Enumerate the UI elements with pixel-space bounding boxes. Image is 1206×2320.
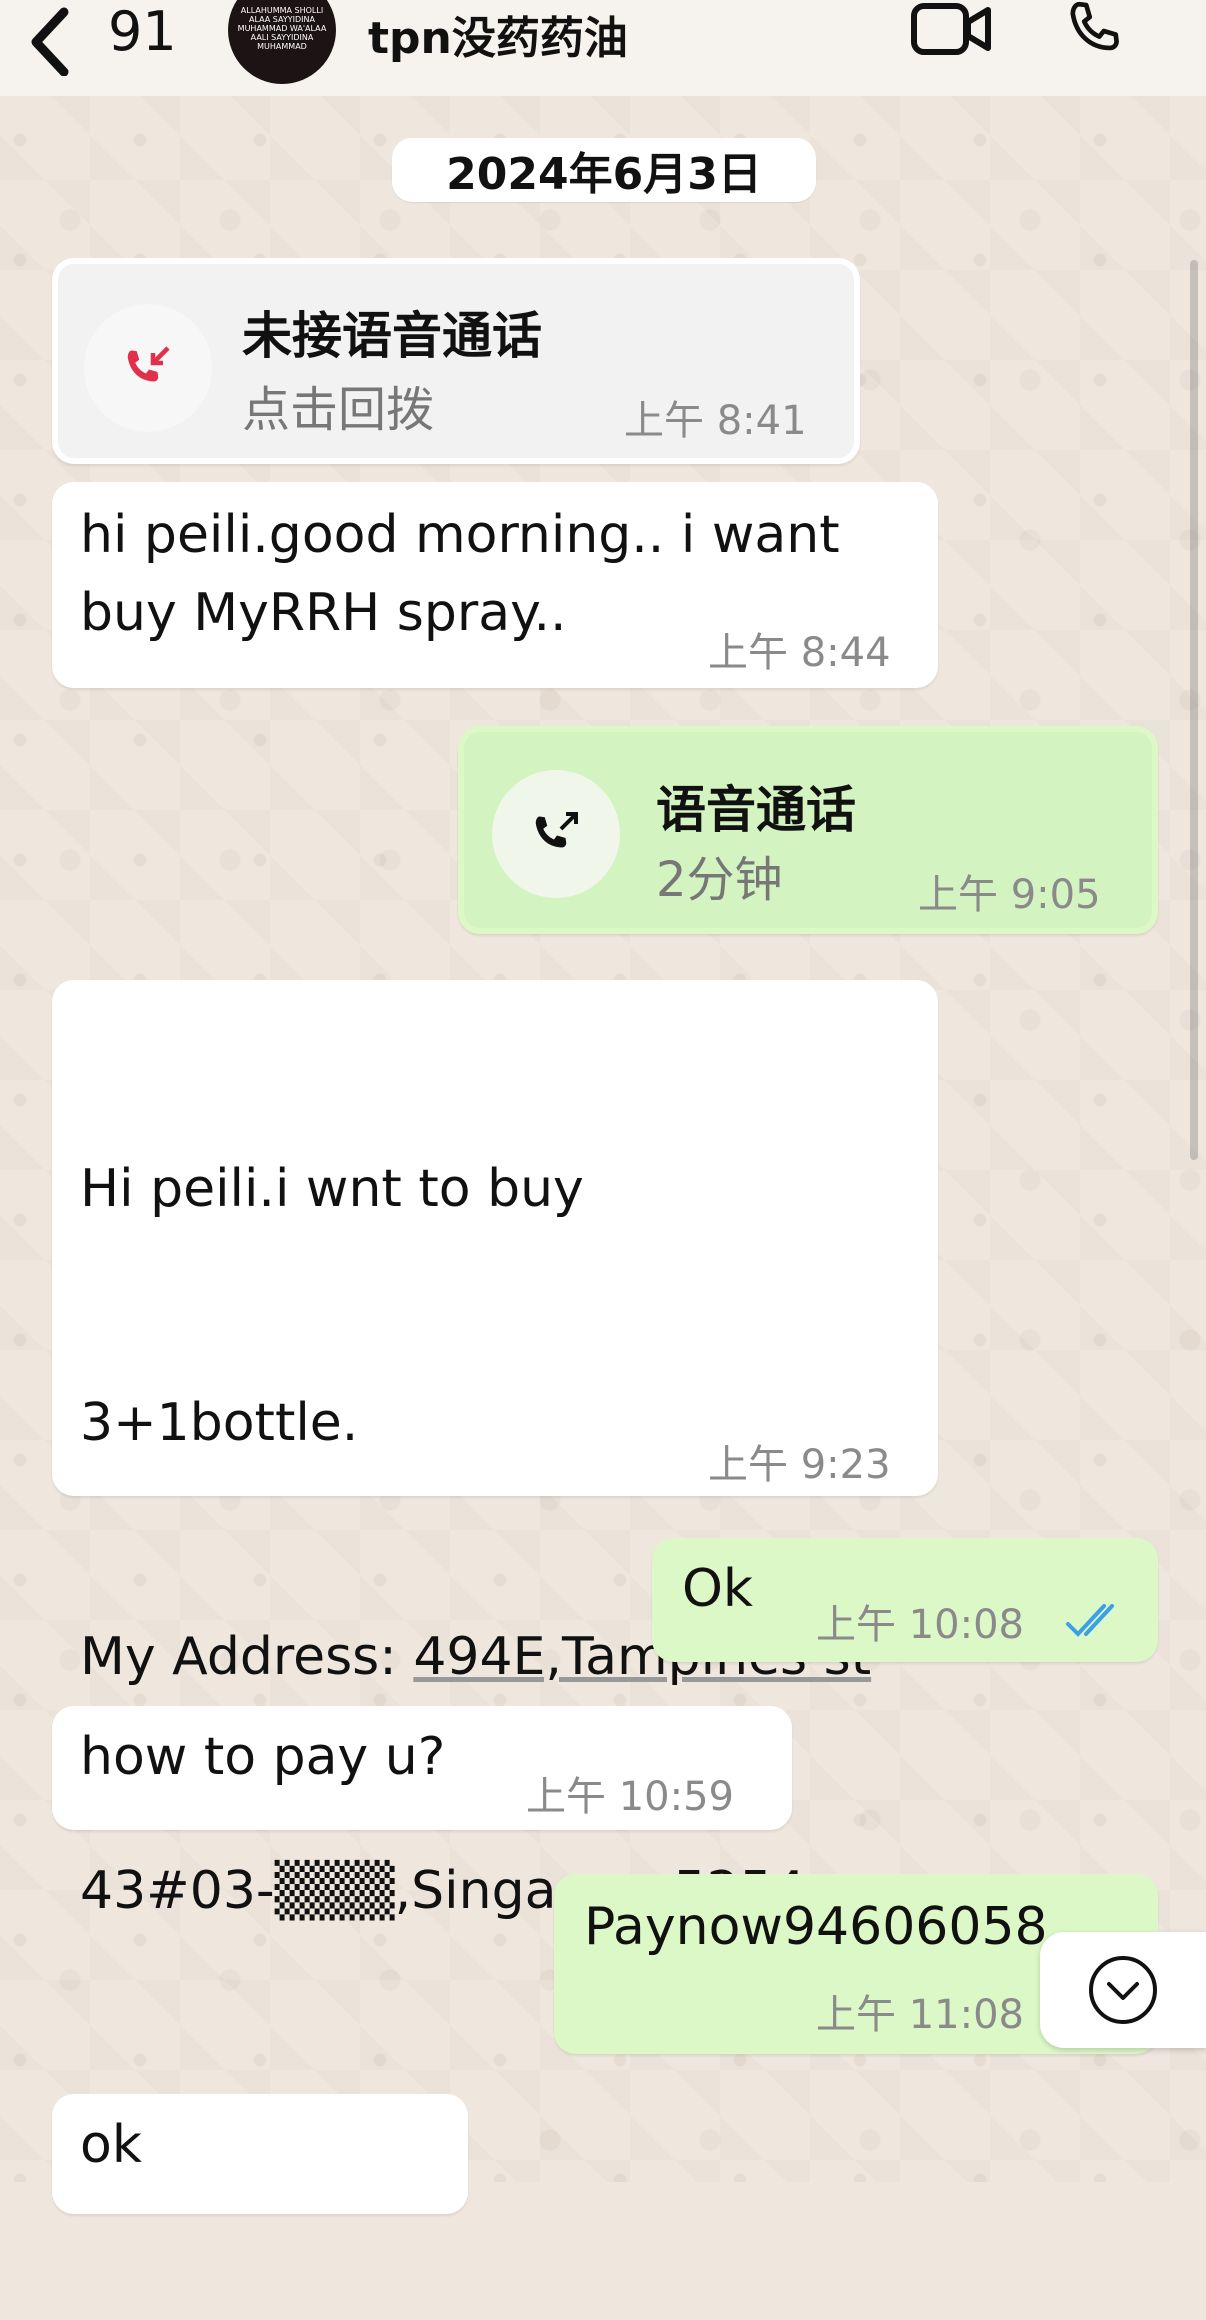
- message-text: Paynow94606058: [584, 1897, 1048, 1957]
- incoming-message[interactable]: hi peili.good morning.. i want buy MyRRH…: [52, 482, 938, 688]
- message-time: 上午 11:08: [816, 1992, 1024, 2038]
- incoming-message[interactable]: ok: [52, 2094, 468, 2214]
- back-chevron-icon: [31, 7, 69, 77]
- unread-count[interactable]: 91: [108, 0, 177, 63]
- scroll-down-icon: [1089, 1956, 1157, 2024]
- double-check-icon: [1066, 1604, 1114, 1637]
- scroll-to-bottom-button[interactable]: [1040, 1932, 1206, 2048]
- video-call-icon: [911, 3, 991, 55]
- outgoing-call-message[interactable]: 语音通话 2分钟 上午 9:05: [458, 726, 1158, 934]
- incoming-message[interactable]: Hi peili.i wnt to buy 3+1bottle. My Addr…: [52, 980, 938, 2155]
- message-line: Hi peili.i wnt to buy: [80, 1159, 584, 1219]
- message-time: 上午 9:23: [708, 1442, 891, 1488]
- message-time: 上午 10:08: [816, 1602, 1024, 1648]
- avatar[interactable]: ALLAHUMMA SHOLLI ALAA SAYYIDINA MUHAMMAD…: [228, 0, 336, 84]
- outgoing-message[interactable]: Ok 上午 10:08: [652, 1538, 1158, 1662]
- back-button[interactable]: [22, 6, 82, 77]
- address-prefix: My Address:: [80, 1627, 414, 1687]
- avatar-text: ALLAHUMMA SHOLLI ALAA SAYYIDINA MUHAMMAD…: [237, 6, 327, 51]
- call-title: 语音通话: [656, 781, 856, 839]
- voice-call-button[interactable]: [1060, 0, 1130, 64]
- scrollbar[interactable]: [1190, 260, 1198, 1160]
- outgoing-call-icon-circle: [492, 770, 620, 898]
- call-subtitle: 点击回拨: [242, 382, 435, 438]
- message-text: ok: [80, 2115, 142, 2175]
- contact-name[interactable]: tpn没药药油: [368, 2, 628, 66]
- message-text: Ok: [682, 1559, 754, 1619]
- phone-call-icon: [1070, 1, 1119, 51]
- incoming-message[interactable]: how to pay u? 上午 10:59: [52, 1706, 792, 1830]
- chat-header: 91 ALLAHUMMA SHOLLI ALAA SAYYIDINA MUHAM…: [0, 0, 1206, 96]
- message-time: 上午 10:59: [526, 1774, 734, 1820]
- date-divider: 2024年6月3日: [392, 138, 816, 202]
- message-time: 上午 9:05: [918, 872, 1101, 918]
- message-time: 上午 8:41: [624, 398, 807, 444]
- video-call-button[interactable]: [910, 0, 992, 60]
- missed-call-icon: [127, 346, 170, 382]
- outgoing-call-icon: [535, 812, 578, 848]
- message-time: 上午 8:44: [708, 630, 891, 676]
- message-text: how to pay u?: [80, 1727, 446, 1787]
- call-title: 未接语音通话: [242, 307, 542, 365]
- missed-call-icon-circle: [84, 304, 212, 432]
- call-subtitle: 2分钟: [656, 852, 783, 908]
- missed-call-message[interactable]: 未接语音通话 点击回拨 上午 8:41: [52, 258, 860, 464]
